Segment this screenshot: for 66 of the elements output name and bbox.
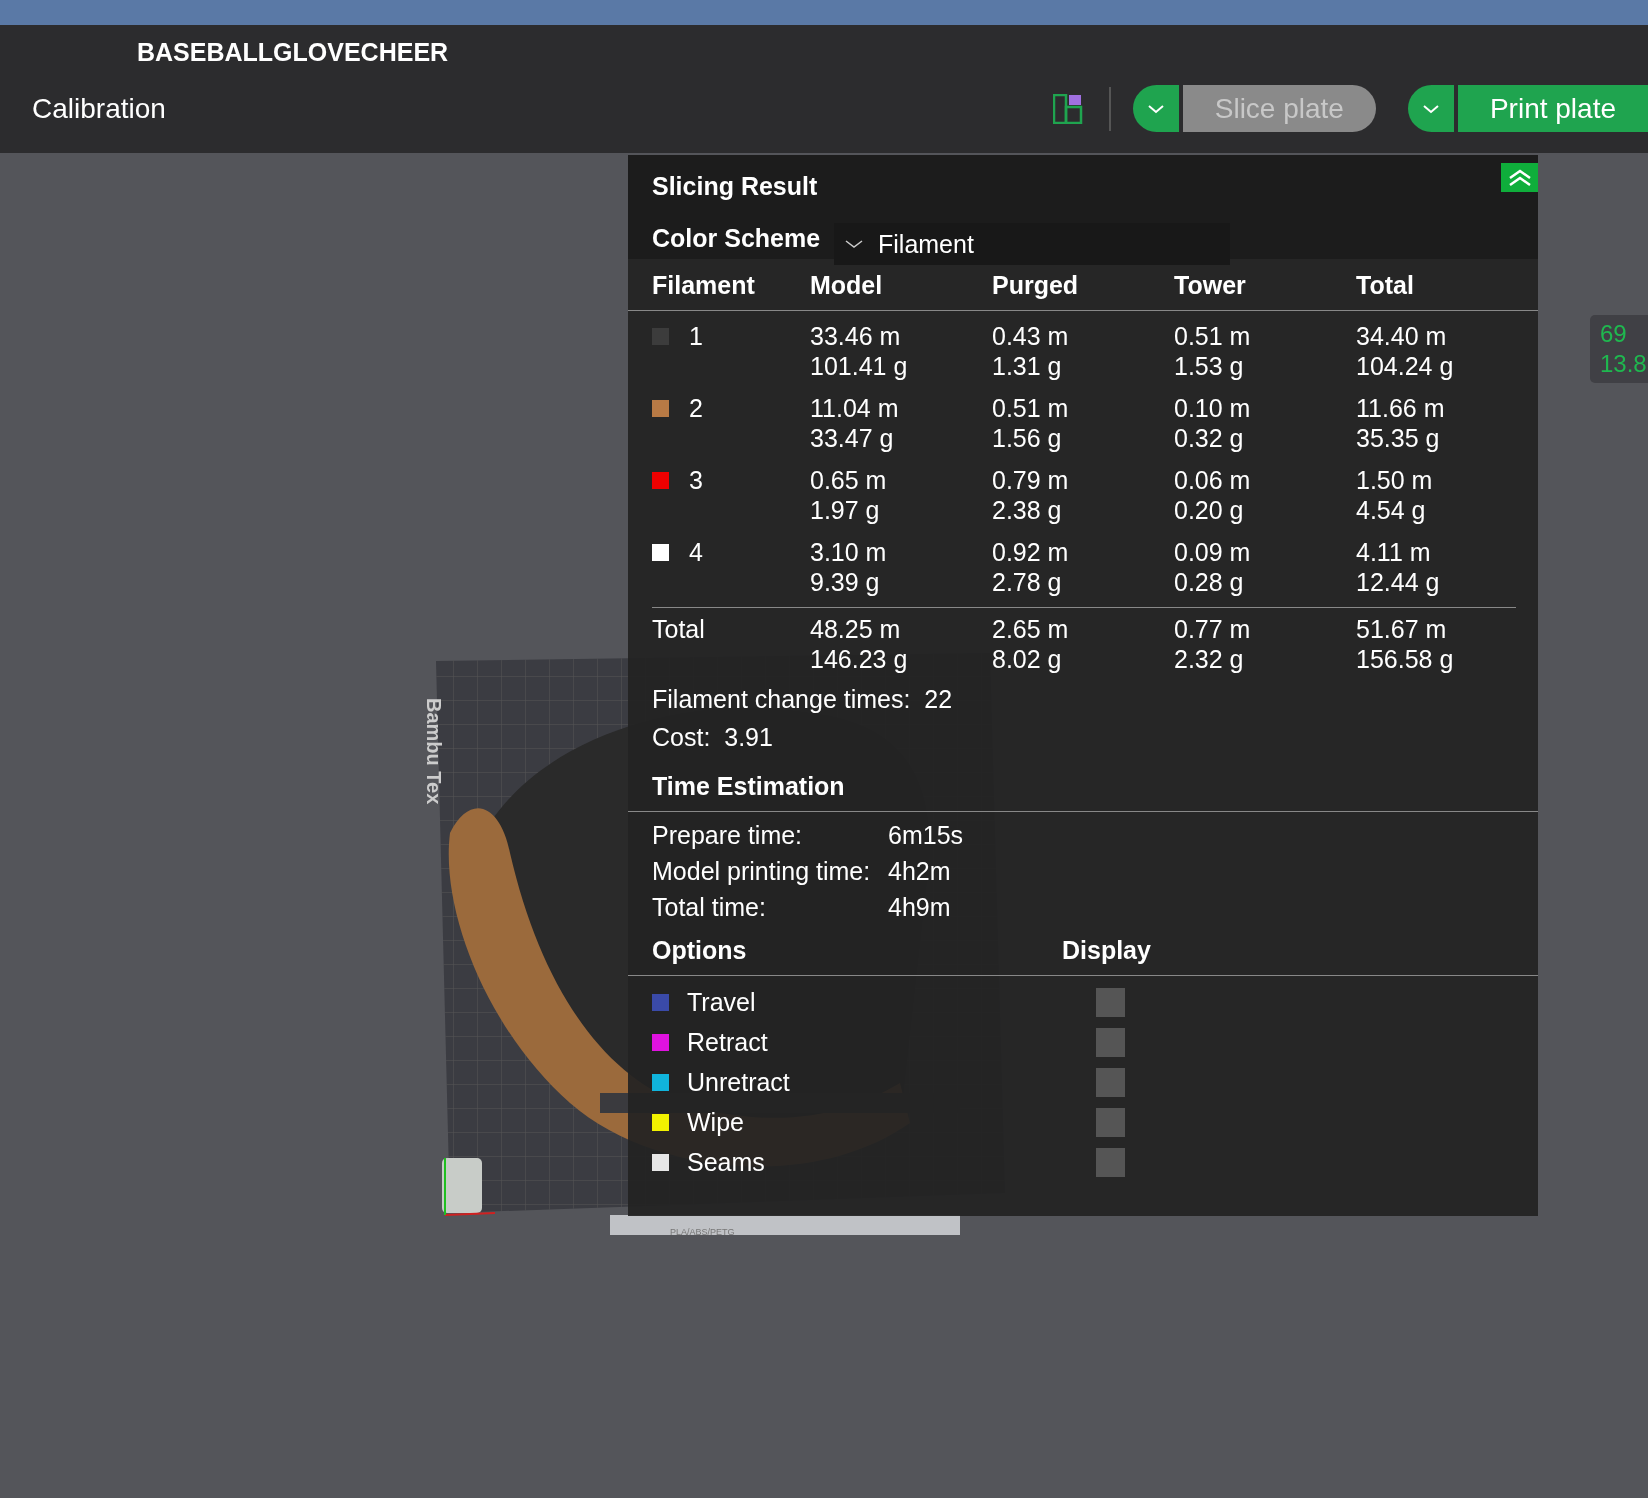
column-header: Tower [1174, 270, 1247, 301]
bed-label: Bambu Tex [422, 698, 445, 805]
time-value: 4h9m [888, 892, 952, 922]
layout-icon[interactable] [1052, 93, 1083, 124]
model-usage: 48.25 m 146.23 g [810, 614, 909, 675]
option-label: Seams [687, 1147, 766, 1177]
total-usage: 1.50 m 4.54 g [1356, 465, 1434, 526]
tower-usage: 0.77 m 2.32 g [1174, 614, 1252, 675]
time-value: 6m15s [888, 820, 965, 850]
model-usage: 33.46 m 101.41 g [810, 321, 909, 382]
column-header: Model [810, 270, 884, 301]
option-label: Unretract [687, 1067, 791, 1097]
time-label: Total time: [652, 892, 767, 922]
print-options-button[interactable] [1407, 85, 1454, 132]
display-checkbox[interactable] [1096, 1147, 1125, 1177]
section-title: Display [1062, 936, 1151, 965]
caret-icon [844, 239, 864, 249]
reading-badge: 69 13.8 [1590, 315, 1648, 383]
model-usage: 3.10 m 9.39 g [810, 537, 888, 598]
project-title: BASEBALLGLOVECHEER [136, 37, 450, 68]
color-scheme-select[interactable]: Filament [834, 223, 1230, 265]
display-checkbox[interactable] [1096, 1107, 1125, 1137]
caret-icon [1421, 103, 1440, 114]
panel-title: Slicing Result [652, 171, 818, 201]
purged-usage: 0.51 m 1.56 g [992, 393, 1070, 454]
collapse-button[interactable] [1501, 163, 1538, 192]
cost-text: Cost: 3.91 [651, 722, 774, 753]
display-checkbox[interactable] [1096, 987, 1125, 1017]
purged-usage: 2.65 m 8.02 g [992, 614, 1070, 675]
calibration-tab[interactable]: Calibration [32, 92, 166, 125]
filament-number: 1 [689, 321, 703, 351]
column-header: Total [1356, 270, 1415, 301]
column-header: Purged [992, 270, 1080, 301]
time-label: Prepare time: [652, 820, 804, 850]
tower-usage: 0.06 m 0.20 g [1174, 465, 1252, 526]
filament-number: 4 [689, 537, 703, 567]
purged-usage: 0.43 m 1.31 g [992, 321, 1070, 382]
purged-usage: 0.79 m 2.38 g [992, 465, 1070, 526]
total-usage: 11.66 m 35.35 g [1356, 393, 1446, 454]
time-label: Model printing time: [652, 856, 872, 886]
total-usage: 51.67 m 156.58 g [1356, 614, 1455, 675]
display-checkbox[interactable] [1096, 1027, 1125, 1057]
option-label: Wipe [687, 1107, 745, 1137]
column-header: Filament [652, 270, 756, 301]
display-checkbox[interactable] [1096, 1067, 1125, 1097]
model-usage: 11.04 m 33.47 g [810, 393, 900, 454]
filament-number: 2 [689, 393, 703, 423]
slice-options-button[interactable] [1132, 85, 1179, 132]
color-scheme-label: Color Scheme [652, 223, 822, 253]
model-usage: 0.65 m 1.97 g [810, 465, 888, 526]
caret-icon [1146, 103, 1165, 114]
tower-usage: 0.10 m 0.32 g [1174, 393, 1252, 454]
filament-change-text: Filament change times: 22 [651, 684, 954, 715]
total-usage: 34.40 m 104.24 g [1356, 321, 1455, 382]
total-label: Total [652, 614, 706, 645]
section-title: Time Estimation [651, 771, 846, 802]
total-usage: 4.11 m 12.44 g [1356, 537, 1441, 598]
section-title: Options [652, 936, 748, 965]
tower-usage: 0.09 m 0.28 g [1174, 537, 1252, 598]
purged-usage: 0.92 m 2.78 g [992, 537, 1070, 598]
plate-label: PLA/ABS/PETG [670, 1227, 735, 1237]
tower-usage: 0.51 m 1.53 g [1174, 321, 1252, 382]
time-value: 4h2m [888, 856, 952, 886]
filament-number: 3 [689, 465, 703, 495]
option-label: Travel [687, 987, 757, 1017]
option-label: Retract [687, 1027, 769, 1057]
